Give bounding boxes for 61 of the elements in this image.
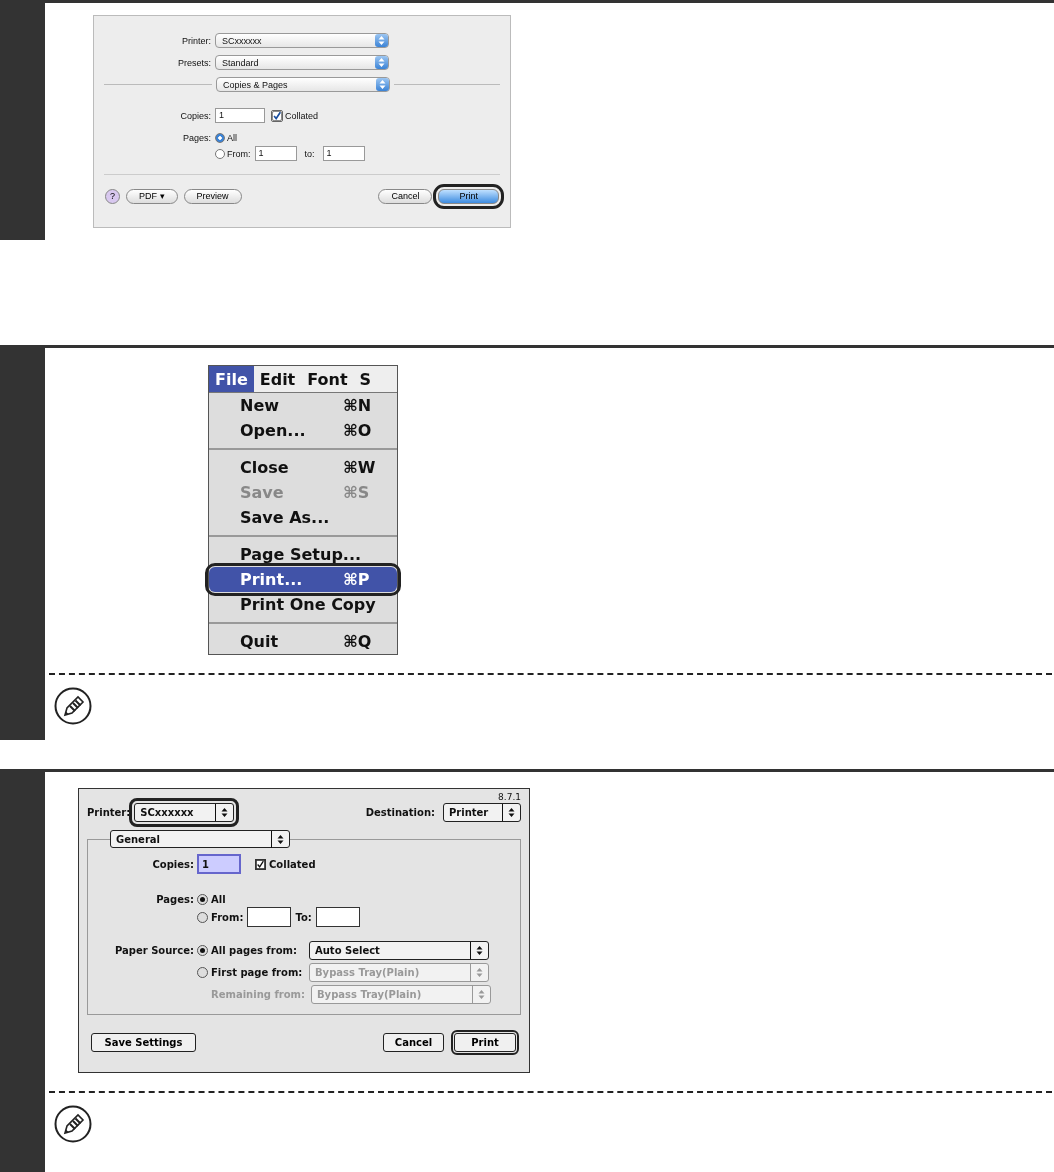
field-label: Destination:: [365, 807, 435, 818]
updown-arrows-icon: [375, 56, 388, 69]
field-label: Paper Source:: [114, 945, 195, 956]
copies-field[interactable]: 1: [197, 854, 241, 874]
radio-button[interactable]: [197, 894, 208, 905]
copies-field[interactable]: 1: [215, 108, 265, 123]
menu-item[interactable]: Save As...: [209, 505, 397, 530]
panel-dropdown[interactable]: Copies & Pages: [216, 77, 390, 92]
menu-item[interactable]: Quit ⌘Q: [209, 629, 397, 654]
button[interactable]: PDF ▾: [126, 189, 178, 204]
radio-button[interactable]: [197, 911, 208, 923]
checkbox[interactable]: [255, 858, 266, 870]
menu-item[interactable]: Page Setup...: [209, 542, 397, 567]
button[interactable]: Preview: [183, 189, 242, 204]
radio-label: From:: [227, 148, 251, 159]
menu-title[interactable]: Edit: [253, 366, 302, 392]
to-field[interactable]: [315, 907, 360, 927]
destination-dropdown[interactable]: Printer: [443, 803, 521, 822]
field-label: To:: [295, 911, 312, 923]
menu-item[interactable]: Print One Copy: [209, 592, 397, 617]
radio-label: From:: [211, 911, 244, 923]
print-button[interactable]: Print: [454, 1033, 516, 1052]
menu-title[interactable]: File: [209, 366, 254, 392]
radio-button[interactable]: [215, 148, 225, 159]
menu-title[interactable]: Font: [301, 366, 354, 392]
updown-arrows-icon: [375, 34, 388, 47]
button[interactable]: Save Settings: [91, 1033, 196, 1052]
field-label: Copies:: [179, 110, 212, 121]
radio-label: All: [227, 132, 237, 143]
radio-button[interactable]: [197, 945, 208, 956]
radio-label: All pages from:: [211, 945, 298, 956]
menu-title[interactable]: S: [353, 366, 378, 392]
field-label: Presets:: [177, 57, 212, 68]
help-button[interactable]: ?: [105, 189, 120, 204]
from-field[interactable]: [247, 907, 292, 927]
radio-button[interactable]: [215, 132, 225, 143]
checkbox-label: Collated: [269, 858, 316, 870]
button[interactable]: Cancel: [383, 1033, 444, 1052]
radio-label: First page from:: [211, 967, 304, 978]
version-label: 8.7.1: [497, 791, 521, 803]
checkbox[interactable]: [271, 109, 283, 122]
field-label: Pages:: [181, 132, 212, 143]
presets-dropdown[interactable]: Standard: [215, 55, 389, 70]
menu-item[interactable]: Open... ⌘O: [209, 418, 397, 443]
button[interactable]: Cancel: [378, 189, 433, 204]
from-field[interactable]: 1: [254, 146, 297, 161]
field-label: Remaining from:: [210, 989, 306, 1000]
menu-item[interactable]: Close ⌘W: [209, 455, 397, 480]
field-label: Pages:: [155, 894, 195, 905]
device-dropdown[interactable]: SCxxxxxx: [215, 33, 389, 48]
field-label: to:: [304, 148, 315, 159]
menu-item[interactable]: New ⌘N: [209, 393, 397, 418]
source-dropdown[interactable]: Auto Select: [309, 941, 489, 960]
field-label: Copies:: [151, 858, 195, 870]
checkbox-label: Collated: [285, 110, 319, 121]
field-label: Printer:: [181, 35, 212, 46]
radio-label: All: [211, 894, 226, 905]
field-label: Printer:: [87, 807, 131, 818]
to-field[interactable]: 1: [322, 146, 365, 161]
panel-dropdown[interactable]: General: [110, 830, 290, 848]
updown-arrows-icon: [376, 78, 389, 91]
